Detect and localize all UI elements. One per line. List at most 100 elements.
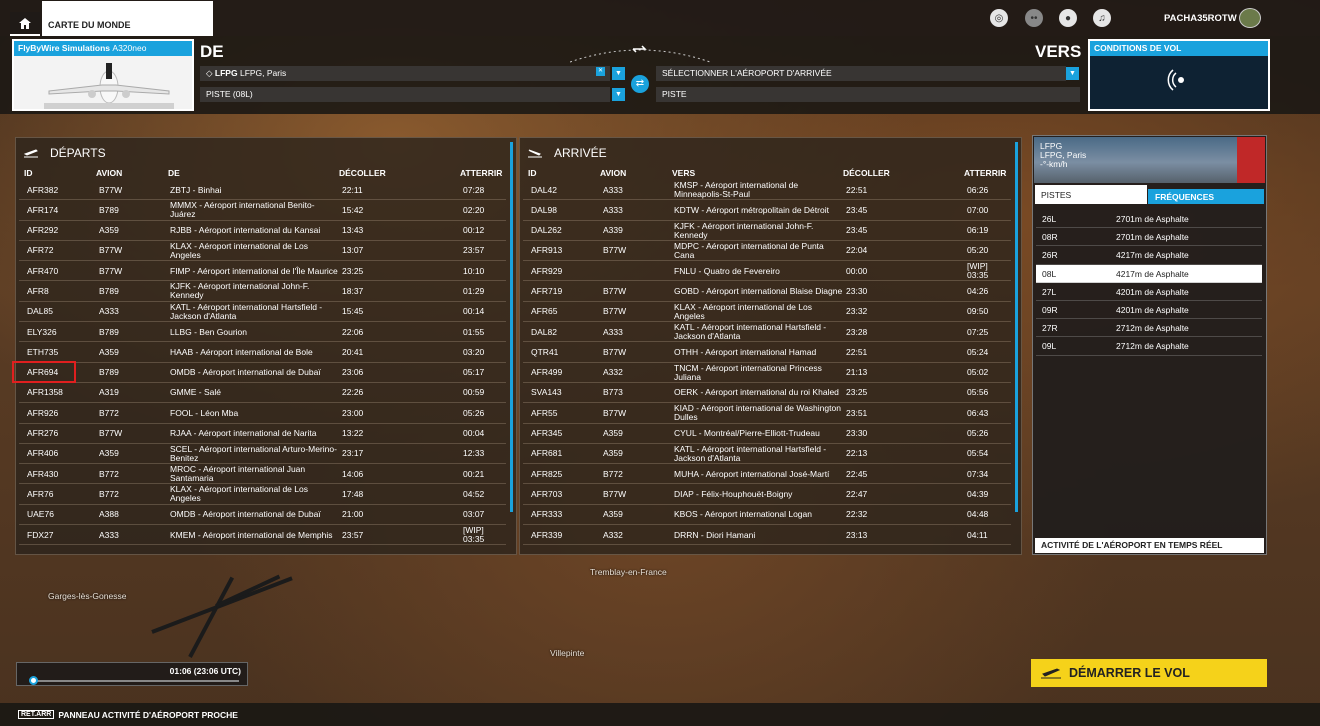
table-row[interactable]: AFR719 B77W GOBD - Aéroport international … <box>523 281 1011 302</box>
runway-surface: 4217m de Asphalte <box>1116 268 1189 279</box>
airport-activity-button[interactable]: ACTIVITÉ DE L'AÉROPORT EN TEMPS RÉEL <box>1035 538 1264 553</box>
runway-row[interactable]: 26R 4217m de Asphalte <box>1036 246 1262 265</box>
table-row[interactable]: QTR41 B77W OTHH - Aéroport international H… <box>523 342 1011 363</box>
table-row[interactable]: AFR681 A359 KATL - Aéroport international … <box>523 444 1011 465</box>
table-row[interactable]: AFR382 B77W ZBTJ - Binhai 22:11 07:28 <box>19 180 506 201</box>
time-slider-handle[interactable] <box>29 676 38 685</box>
table-row[interactable]: AFR926 B772 FOOL - Léon Mba 23:00 05:26 <box>19 403 506 424</box>
aircraft-card[interactable]: FlyByWire Simulations A320neo <box>12 39 194 111</box>
table-row[interactable]: AFR703 B77W DIAP - Félix-Houphouët-Boigny 2… <box>523 484 1011 505</box>
aircraft-type: A333 <box>99 529 119 540</box>
origin-airport-field[interactable]: ◇ LFPG LFPG, Paris <box>200 66 610 81</box>
origin-runway-field[interactable]: PISTE (08L) <box>200 87 610 102</box>
landing-time: 06:26 <box>967 184 989 195</box>
col-header-takeoff[interactable]: DÉCOLLER <box>843 168 890 178</box>
tab-runways[interactable]: PISTES <box>1035 185 1147 204</box>
table-row[interactable]: DAL42 A333 KMSP - Aéroport international d… <box>523 180 1011 201</box>
table-row[interactable]: UAE76 A388 OMDB - Aéroport international d… <box>19 505 506 526</box>
table-row[interactable]: AFR8 B789 KJFK - Aéroport international Jo… <box>19 281 506 302</box>
table-row[interactable]: AFR333 A359 KBOS - Aéroport international … <box>523 505 1011 526</box>
table-row[interactable]: AFR499 A332 TNCM - Aéroport international … <box>523 363 1011 383</box>
table-row[interactable]: FDX27 A333 KMEM - Aéroport international d… <box>19 525 506 546</box>
table-row[interactable]: AFR76 B772 KLAX - Aéroport international d… <box>19 484 506 505</box>
arrivals-scrollbar[interactable] <box>1015 142 1018 512</box>
airport: KATL - Aéroport international Hartsfield… <box>674 322 827 342</box>
origin-dropdown-button[interactable]: ▼ <box>612 67 625 80</box>
table-row[interactable]: AFR292 A359 RJBB - Aéroport international … <box>19 221 506 241</box>
table-row[interactable]: AFR55 B77W KIAD - Aéroport international d… <box>523 403 1011 424</box>
destination-dropdown-button[interactable]: ▼ <box>1066 67 1079 80</box>
airport: DRRN - Diori Hamani <box>674 529 756 540</box>
col-header-aircraft[interactable]: AVION <box>600 168 626 178</box>
clear-origin-button[interactable]: ✕ <box>596 67 605 76</box>
aircraft-type: B772 <box>99 407 119 418</box>
table-row[interactable]: AFR72 B77W KLAX - Aéroport international d… <box>19 241 506 262</box>
col-header-id[interactable]: ID <box>528 168 537 178</box>
table-row[interactable]: AFR825 B772 MUHA - Aéroport international … <box>523 464 1011 485</box>
departures-scrollbar[interactable] <box>510 142 513 512</box>
flight-id: QTR41 <box>531 346 559 357</box>
table-row[interactable]: AFR65 B77W KLAX - Aéroport international d… <box>523 302 1011 323</box>
table-row[interactable]: AFR694 B789 OMDB - Aéroport international … <box>19 363 506 383</box>
profile-icon[interactable]: ● <box>1059 9 1077 27</box>
airport: RJAA - Aéroport international de Narita <box>170 428 317 439</box>
origin-runway-dropdown-button[interactable]: ▼ <box>612 88 625 101</box>
col-header-takeoff[interactable]: DÉCOLLER <box>339 168 386 178</box>
table-row[interactable]: AFR345 A359 CYUL - Montréal/Pierre-Elliott… <box>523 424 1011 444</box>
landing-time: 10:10 <box>463 265 485 276</box>
runway-row[interactable]: 08R 2701m de Asphalte <box>1036 228 1262 247</box>
col-header-to[interactable]: VERS <box>672 168 695 178</box>
table-row[interactable]: AFR1358 A319 GMME - Salé 22:26 00:59 <box>19 383 506 404</box>
runway-row[interactable]: 27L 4201m de Asphalte <box>1036 283 1262 301</box>
table-row[interactable]: AFR276 B77W RJAA - Aéroport international … <box>19 424 506 444</box>
table-row[interactable]: DAL82 A333 KATL - Aéroport international H… <box>523 322 1011 343</box>
table-row[interactable]: SVA143 B773 OERK - Aéroport international … <box>523 383 1011 404</box>
col-header-from[interactable]: DE <box>168 168 180 178</box>
avatar[interactable] <box>1239 8 1261 28</box>
target-icon[interactable]: ◎ <box>990 9 1008 27</box>
swap-button[interactable]: ⇄ <box>631 75 649 93</box>
table-row[interactable]: AFR174 B789 MMMX - Aéroport international … <box>19 200 506 221</box>
table-row[interactable]: DAL85 A333 KATL - Aéroport international H… <box>19 302 506 323</box>
flight-id: DAL82 <box>531 326 557 337</box>
table-row[interactable]: ELY326 B789 LLBG - Ben Gourion 22:06 01:55 <box>19 322 506 343</box>
col-header-landing[interactable]: ATTERRIR <box>964 168 1006 178</box>
flight-id: DAL98 <box>531 204 557 215</box>
table-row[interactable]: AFR339 A332 DRRN - Diori Hamani 23:13 04:11 <box>523 525 1011 546</box>
table-row[interactable]: ETH735 A359 HAAB - Aéroport international … <box>19 342 506 363</box>
time-control[interactable]: 01:06 (23:06 UTC) <box>16 662 248 686</box>
notification-icon[interactable]: ♫ <box>1093 9 1111 27</box>
table-row[interactable]: DAL98 A333 KDTW - Aéroport métropolitain d… <box>523 200 1011 221</box>
runway-id: 09R <box>1042 304 1058 315</box>
col-header-landing[interactable]: ATTERRIR <box>460 168 502 178</box>
nearby-airport-activity-label[interactable]: PANNEAU ACTIVITÉ D'AÉROPORT PROCHE <box>58 710 238 720</box>
landing-time: 05:02 <box>967 367 989 378</box>
tab-world-map[interactable]: CARTE DU MONDE <box>42 1 213 36</box>
landing-time: 04:11 <box>967 529 988 540</box>
col-header-aircraft[interactable]: AVION <box>96 168 122 178</box>
tab-frequencies[interactable]: FRÉQUENCES <box>1148 189 1264 204</box>
table-row[interactable]: AFR470 B77W FIMP - Aéroport international … <box>19 261 506 282</box>
time-slider-track[interactable] <box>33 680 239 682</box>
destination-airport-field[interactable]: SÉLECTIONNER L'AÉROPORT D'ARRIVÉE <box>656 66 1066 81</box>
runway-row[interactable]: 09L 2712m de Asphalte <box>1036 337 1262 356</box>
group-icon[interactable]: •• <box>1025 9 1043 27</box>
table-row[interactable]: AFR406 A359 SCEL - Aéroport international … <box>19 444 506 465</box>
table-row[interactable]: AFR430 B772 MROC - Aéroport international … <box>19 464 506 485</box>
runway-row[interactable]: 08L 4217m de Asphalte <box>1036 264 1262 283</box>
username[interactable]: PACHA35ROTW <box>1164 13 1237 24</box>
aircraft-tail-image <box>1237 137 1265 183</box>
destination-runway-field[interactable]: PISTE <box>656 87 1080 102</box>
col-header-id[interactable]: ID <box>24 168 33 178</box>
table-row[interactable]: AFR913 B77W MDPC - Aéroport international … <box>523 241 1011 262</box>
table-row[interactable]: DAL262 A339 KJFK - Aéroport international … <box>523 221 1011 241</box>
location-icon: ◇ <box>206 68 213 78</box>
table-row[interactable]: AFR929 FNLU - Quatro de Fevereiro 00:00 [WI… <box>523 261 1011 282</box>
runway-row[interactable]: 27R 2712m de Asphalte <box>1036 319 1262 338</box>
runway-row[interactable]: 09R 4201m de Asphalte <box>1036 301 1262 320</box>
flight-conditions-card[interactable]: CONDITIONS DE VOL <box>1088 39 1270 111</box>
home-button[interactable] <box>10 12 40 36</box>
start-flight-button[interactable]: DÉMARRER LE VOL <box>1031 659 1267 687</box>
aircraft-type: B77W <box>603 407 627 418</box>
runway-row[interactable]: 26L 2701m de Asphalte <box>1036 210 1262 229</box>
